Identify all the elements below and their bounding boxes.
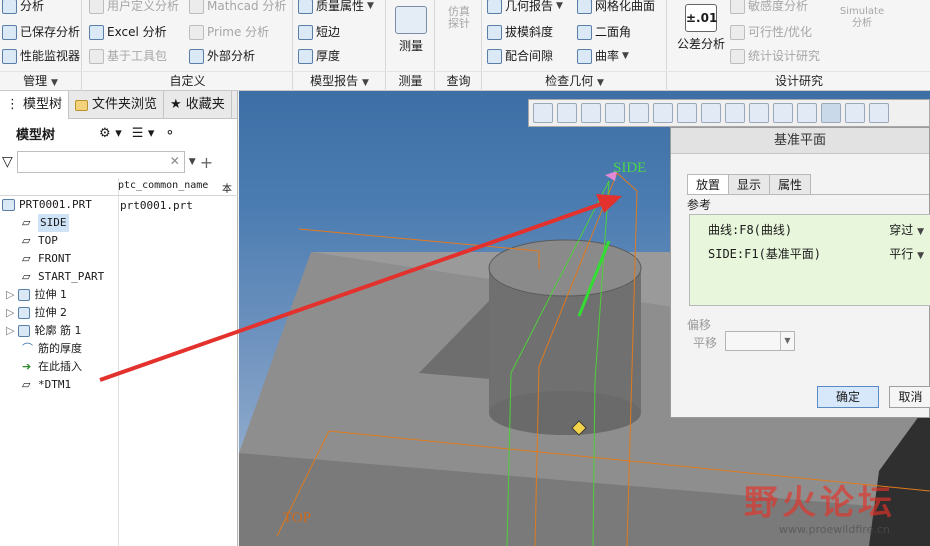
annotation-arrow	[99, 194, 622, 382]
arrow-shaft	[99, 201, 605, 382]
